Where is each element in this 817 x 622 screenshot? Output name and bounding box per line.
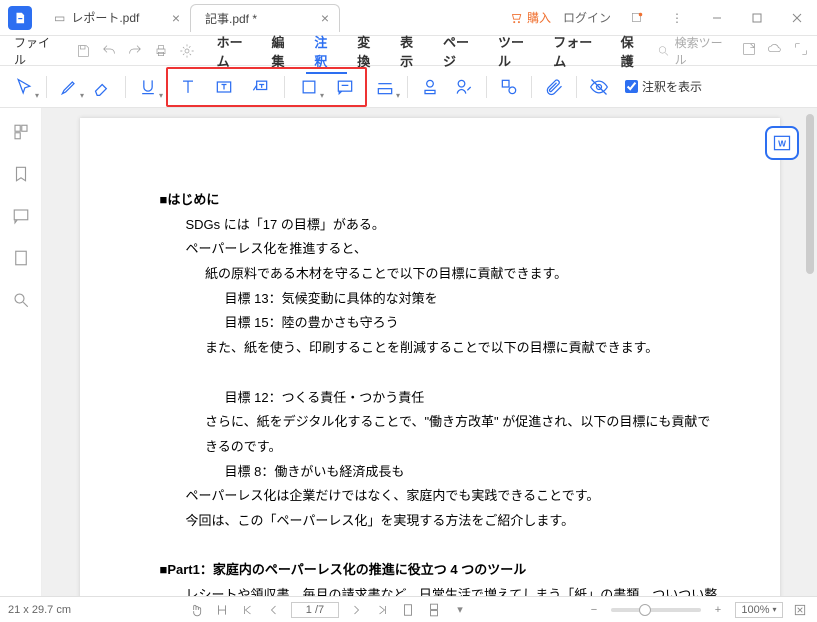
menu-tab-tool[interactable]: ツール	[490, 28, 543, 74]
vertical-scrollbar[interactable]	[805, 108, 815, 596]
save-icon[interactable]	[73, 41, 93, 61]
textbox-icon[interactable]	[208, 71, 240, 103]
page-number-input[interactable]: 1 /7	[291, 602, 339, 618]
fit-page-icon[interactable]	[791, 601, 809, 619]
menu-tab-protect[interactable]: 保護	[613, 28, 654, 74]
select-mode-icon[interactable]	[213, 601, 231, 619]
attachment-icon[interactable]	[538, 71, 570, 103]
text-tools-group: ▾	[166, 67, 367, 107]
eraser-icon[interactable]	[87, 71, 119, 103]
login-link[interactable]: ログイン	[563, 9, 611, 26]
highlight-icon[interactable]: ▾	[53, 71, 85, 103]
callout-icon[interactable]	[244, 71, 276, 103]
tab-report[interactable]: ▭ レポート.pdf ×	[40, 4, 190, 32]
page-dimensions: 21 x 29.7 cm	[8, 604, 71, 616]
zoom-out-icon[interactable]: −	[585, 601, 603, 619]
search-icon	[657, 44, 670, 58]
svg-text:W: W	[778, 138, 786, 148]
body-text: また、紙を使う、印刷することを削減することで以下の目標に貢献できます。	[160, 336, 720, 361]
minimize-icon[interactable]	[703, 4, 731, 32]
continuous-page-icon[interactable]	[425, 601, 443, 619]
first-page-icon[interactable]	[239, 601, 257, 619]
text-tool-icon[interactable]	[172, 71, 204, 103]
settings-icon[interactable]	[177, 41, 197, 61]
single-page-icon[interactable]	[399, 601, 417, 619]
word-export-button[interactable]: W	[765, 126, 799, 160]
shapes-icon[interactable]	[493, 71, 525, 103]
body-text: 紙の原料である木材を守ることで以下の目標に貢献できます。	[160, 262, 720, 287]
body-text: 目標 12：つくる責任・つかう責任	[160, 386, 720, 411]
zoom-in-icon[interactable]: +	[709, 601, 727, 619]
close-icon[interactable]: ×	[321, 11, 329, 25]
undo-icon[interactable]	[99, 41, 119, 61]
body-text: 今回は、この「ペーパーレス化」を実現する方法をご紹介します。	[160, 509, 720, 534]
pdf-page: ■はじめに SDGs には「17 の目標」がある。 ペーパーレス化を推進すると、…	[80, 118, 780, 596]
close-window-icon[interactable]	[783, 4, 811, 32]
tab-article[interactable]: 記事.pdf * ×	[190, 4, 340, 32]
underline-icon[interactable]: ▾	[132, 71, 164, 103]
section-title: ■はじめに	[160, 188, 720, 213]
bookmarks-icon[interactable]	[9, 162, 33, 186]
body-text: SDGs には「17 の目標」がある。	[160, 213, 720, 238]
buy-link[interactable]: 購入	[509, 9, 551, 26]
search-panel-icon[interactable]	[9, 288, 33, 312]
scrollbar-thumb[interactable]	[806, 114, 814, 274]
tab-label: レポート.pdf	[71, 9, 139, 26]
menu-tab-form[interactable]: フォーム	[545, 28, 610, 74]
kebab-icon[interactable]: ⋮	[663, 4, 691, 32]
body-text: 目標 8：働きがいも経済成長も	[160, 460, 720, 485]
document-viewport[interactable]: W ■はじめに SDGs には「17 の目標」がある。 ペーパーレス化を推進する…	[42, 108, 817, 596]
thumbnails-icon[interactable]	[9, 120, 33, 144]
share-icon[interactable]	[741, 41, 757, 60]
app-icon	[8, 6, 32, 30]
prev-page-icon[interactable]	[265, 601, 283, 619]
note-icon[interactable]: ▾	[293, 71, 325, 103]
signature-icon[interactable]	[448, 71, 480, 103]
redo-icon[interactable]	[125, 41, 145, 61]
body-text: 目標 15：陸の豊かさも守ろう	[160, 311, 720, 336]
menu-tab-page[interactable]: ページ	[435, 28, 488, 74]
area-highlight-icon[interactable]: ▾	[369, 71, 401, 103]
hand-tool-icon[interactable]	[187, 601, 205, 619]
expand-icon[interactable]	[793, 41, 809, 60]
print-icon[interactable]	[151, 41, 171, 61]
cloud-icon[interactable]	[767, 41, 783, 60]
body-text: レシートや領収書、毎月の請求書など、日常生活で増えてしまう「紙」の書類…ついつい…	[160, 583, 720, 596]
show-annotations-checkbox[interactable]: 注釈を表示	[625, 78, 702, 95]
hide-icon[interactable]	[583, 71, 615, 103]
stamp-icon[interactable]	[414, 71, 446, 103]
search-tool[interactable]: 検索ツール	[657, 34, 731, 68]
zoom-thumb[interactable]	[639, 604, 651, 616]
next-page-icon[interactable]	[347, 601, 365, 619]
menu-file[interactable]: ファイル	[8, 30, 67, 72]
cart-icon	[509, 11, 523, 25]
body-text: 目標 13：気候変動に具体的な対策を	[160, 287, 720, 312]
doc-icon: ▭	[54, 11, 65, 25]
body-text: さらに、紙をデジタル化することで、"働き方改革" が促進され、以下の目標にも貢献…	[160, 410, 720, 459]
comments-panel-icon[interactable]	[9, 204, 33, 228]
attachments-panel-icon[interactable]	[9, 246, 33, 270]
tab-label: 記事.pdf *	[205, 10, 257, 27]
close-icon[interactable]: ×	[172, 11, 180, 25]
body-text: ペーパーレス化を推進すると、	[160, 237, 720, 262]
layout-dropdown-icon[interactable]: ▾	[451, 601, 469, 619]
zoom-level[interactable]: 100% ▾	[735, 602, 783, 618]
last-page-icon[interactable]	[373, 601, 391, 619]
zoom-slider[interactable]	[611, 608, 701, 612]
maximize-icon[interactable]	[743, 4, 771, 32]
body-text: ペーパーレス化は企業だけではなく、家庭内でも実践できることです。	[160, 484, 720, 509]
section-title: ■Part1：家庭内のペーパーレス化の推進に役立つ 4 つのツール	[160, 558, 720, 583]
comment-icon[interactable]	[329, 71, 361, 103]
select-tool-icon[interactable]: ▾	[8, 71, 40, 103]
menu-tab-view[interactable]: 表示	[392, 28, 433, 74]
